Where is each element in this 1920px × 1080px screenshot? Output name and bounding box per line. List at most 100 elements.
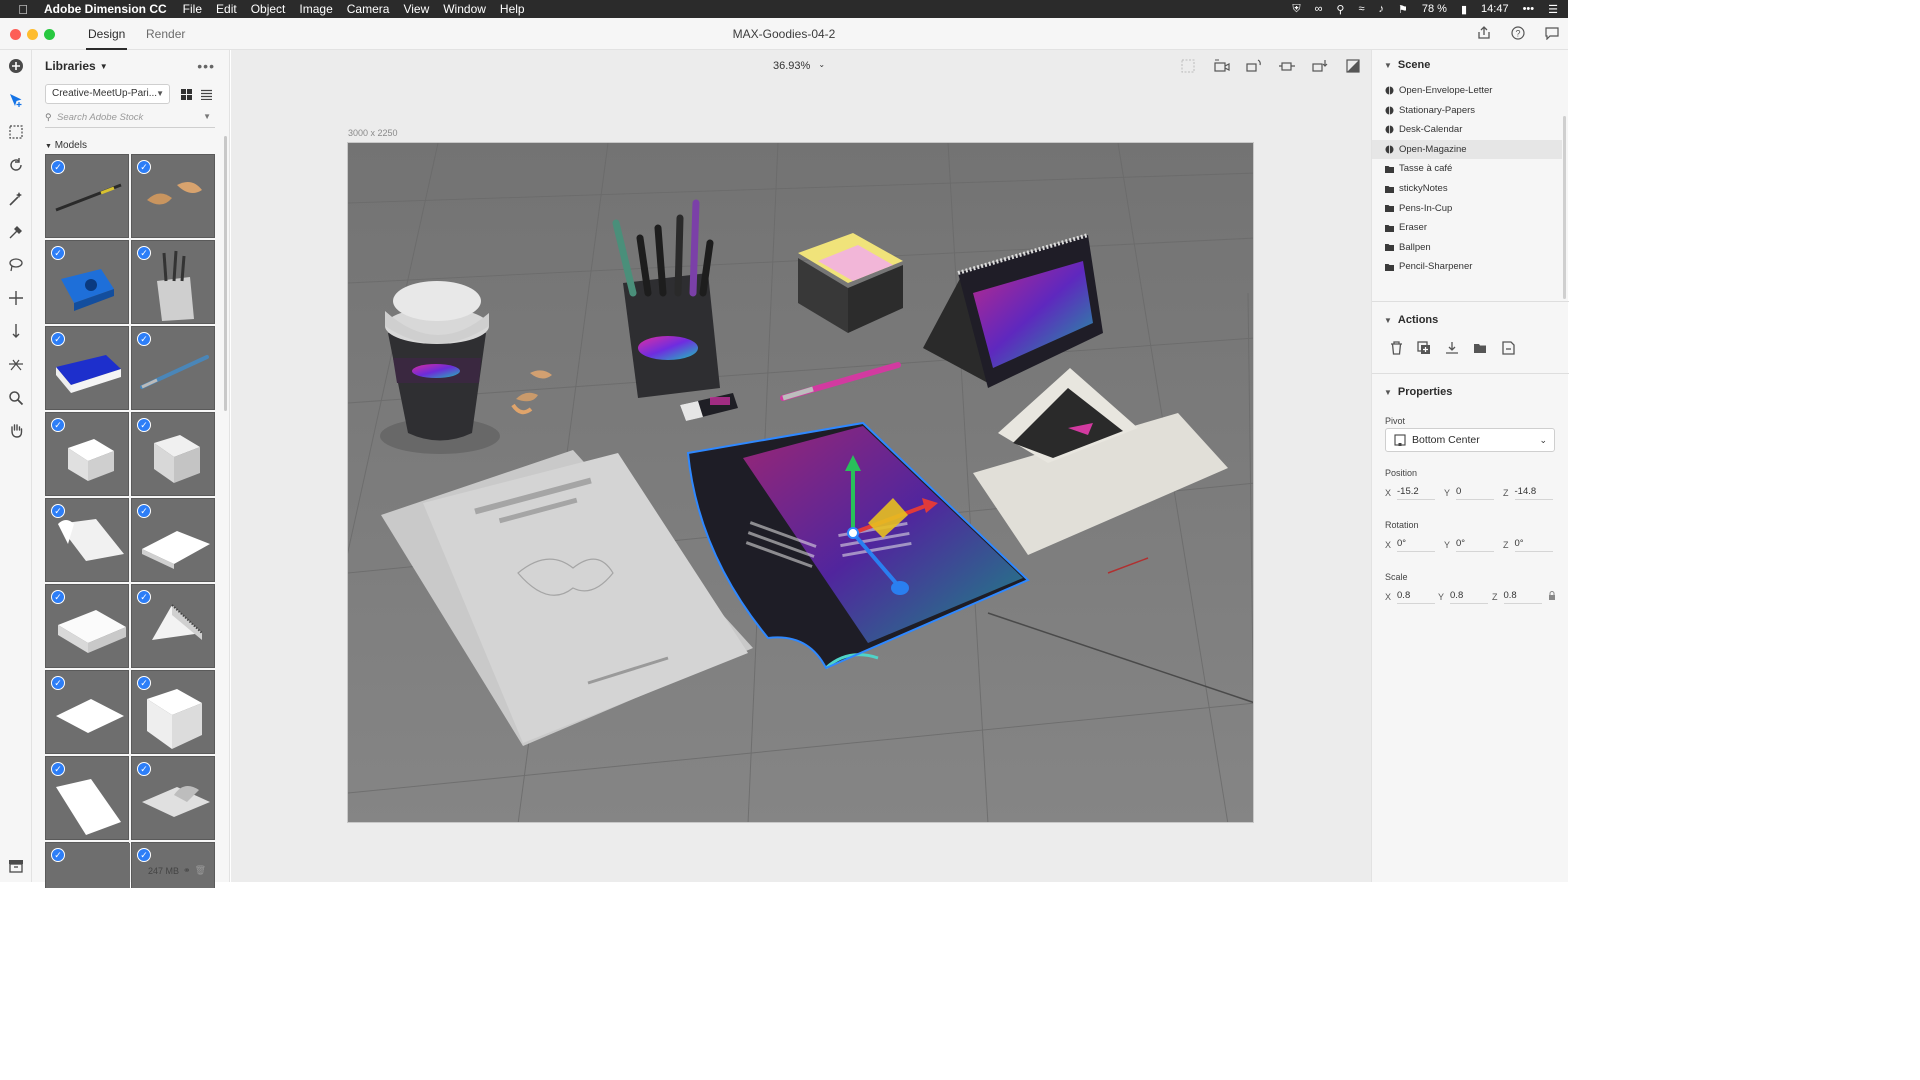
scene-item[interactable]: Pens-In-Cup: [1372, 199, 1562, 218]
battery-icon[interactable]: ▮: [1461, 3, 1467, 16]
scene-item[interactable]: Desk-Calendar: [1372, 120, 1562, 139]
trash-icon[interactable]: [1388, 340, 1404, 356]
position-y-value[interactable]: 0: [1456, 486, 1495, 500]
scale-z-value[interactable]: 0.8: [1503, 590, 1542, 604]
libraries-scrollbar[interactable]: [224, 136, 227, 411]
export-icon[interactable]: [1500, 340, 1516, 356]
menu-image[interactable]: Image: [299, 2, 332, 16]
rotation-x-field[interactable]: X 0°: [1385, 538, 1436, 552]
archive-icon[interactable]: [6, 856, 26, 876]
creative-cloud-icon[interactable]: ∞: [1315, 3, 1323, 15]
horizon-icon[interactable]: [6, 354, 26, 374]
orbit-icon[interactable]: [6, 155, 26, 175]
scene-item[interactable]: Stationary-Papers: [1372, 101, 1562, 120]
maximize-window-button[interactable]: [44, 29, 55, 40]
camera-orbit-icon[interactable]: [1246, 58, 1262, 74]
actions-section-header[interactable]: ▼ Actions: [1384, 314, 1438, 326]
duplicate-icon[interactable]: [1416, 340, 1432, 356]
model-thumbnail[interactable]: ✓: [45, 240, 129, 324]
model-thumbnail[interactable]: ✓: [45, 584, 129, 668]
model-thumbnail[interactable]: ✓: [45, 670, 129, 754]
shield-icon[interactable]: ⛨: [1292, 3, 1300, 16]
apple-icon[interactable]: : [14, 0, 32, 18]
move-icon[interactable]: [6, 288, 26, 308]
scale-x-value[interactable]: 0.8: [1397, 590, 1436, 604]
model-thumbnail[interactable]: ✓: [131, 326, 215, 410]
position-y-field[interactable]: Y0: [1444, 486, 1495, 500]
flag-icon[interactable]: ⚑: [1398, 3, 1408, 16]
place-on-ground-icon[interactable]: [1444, 340, 1460, 356]
battery-percent[interactable]: 78 %: [1422, 3, 1447, 15]
grid-view-icon[interactable]: [178, 86, 194, 102]
rotation-x-value[interactable]: 0°: [1397, 538, 1436, 552]
scene-item[interactable]: Open-Envelope-Letter: [1372, 81, 1562, 100]
dolly-icon[interactable]: [6, 321, 26, 341]
chevron-down-icon[interactable]: ▼: [203, 112, 211, 121]
menu-edit[interactable]: Edit: [216, 2, 237, 16]
more-options-icon[interactable]: •••: [197, 58, 215, 74]
lock-icon[interactable]: [1548, 591, 1556, 603]
models-section-toggle[interactable]: ▼ Models: [45, 140, 87, 151]
clock[interactable]: 14:47: [1481, 3, 1509, 15]
rotation-z-field[interactable]: Z 0°: [1503, 538, 1553, 552]
model-thumbnail[interactable]: ✓: [131, 498, 215, 582]
model-thumbnail[interactable]: ✓: [45, 842, 130, 888]
wifi-icon[interactable]: ≈: [1358, 3, 1364, 15]
spotlight-icon[interactable]: ⚲: [1336, 3, 1344, 16]
rotation-z-value[interactable]: 0°: [1514, 538, 1553, 552]
position-z-field[interactable]: Z -14.8: [1503, 486, 1553, 500]
marquee-icon[interactable]: [6, 122, 26, 142]
scale-y-field[interactable]: Y 0.8: [1438, 590, 1489, 604]
model-thumbnail[interactable]: ✓: [131, 412, 215, 496]
model-thumbnail[interactable]: ✓: [131, 670, 215, 754]
camera-dolly-icon[interactable]: [1312, 58, 1328, 74]
scene-item[interactable]: Tasse à café: [1372, 159, 1562, 178]
scene-item[interactable]: Ballpen: [1372, 238, 1562, 257]
position-x-field[interactable]: X -15.2: [1385, 486, 1436, 500]
model-thumbnail[interactable]: ✓: [131, 154, 215, 238]
sample-icon[interactable]: [6, 222, 26, 242]
model-thumbnail[interactable]: ✓: [131, 240, 215, 324]
model-thumbnail[interactable]: ✓: [45, 756, 129, 840]
menu-file[interactable]: File: [183, 2, 202, 16]
scene-scrollbar[interactable]: [1563, 116, 1566, 299]
more-icon[interactable]: •••: [1523, 3, 1535, 15]
pivot-select[interactable]: Bottom Center ⌄: [1385, 428, 1555, 452]
lasso-icon[interactable]: [6, 255, 26, 275]
menu-object[interactable]: Object: [251, 2, 286, 16]
rotation-y-field[interactable]: Y 0°: [1444, 538, 1495, 552]
model-thumbnail[interactable]: ✓: [45, 326, 129, 410]
scene-item[interactable]: Pencil-Sharpener: [1372, 257, 1562, 276]
camera-frame-icon[interactable]: [1214, 58, 1230, 74]
scale-z-field[interactable]: Z 0.8: [1492, 590, 1542, 604]
help-icon[interactable]: ?: [1510, 25, 1526, 41]
scale-y-value[interactable]: 0.8: [1450, 590, 1489, 604]
model-thumbnail[interactable]: ✓: [45, 498, 129, 582]
close-window-button[interactable]: [10, 29, 21, 40]
scene-item[interactable]: Open-Magazine: [1372, 139, 1562, 159]
stock-search-input[interactable]: ⚲ Search Adobe Stock ▼: [45, 108, 215, 128]
group-icon[interactable]: [1472, 340, 1488, 356]
trash-icon[interactable]: 🗑: [195, 865, 206, 876]
model-thumbnail[interactable]: ✓: [45, 154, 129, 238]
menu-help[interactable]: Help: [500, 2, 525, 16]
zoom-control[interactable]: 36.93% ⌄: [773, 60, 825, 72]
position-x-value[interactable]: -15.2: [1397, 486, 1436, 500]
hand-icon[interactable]: [6, 420, 26, 440]
add-icon[interactable]: [6, 56, 26, 76]
tab-render[interactable]: Render: [146, 27, 185, 41]
model-thumbnail[interactable]: ✓: [131, 756, 215, 840]
rotation-y-value[interactable]: 0°: [1456, 538, 1495, 552]
camera-pan-icon[interactable]: [1279, 58, 1295, 74]
model-thumbnail[interactable]: ✓: [45, 412, 129, 496]
list-view-icon[interactable]: [198, 86, 214, 102]
share-icon[interactable]: [1476, 25, 1492, 41]
render-preview-icon[interactable]: [1345, 58, 1361, 74]
volume-icon[interactable]: ♪: [1379, 3, 1385, 15]
scene-section-header[interactable]: ▼ Scene: [1384, 59, 1430, 71]
minimize-window-button[interactable]: [27, 29, 38, 40]
menu-view[interactable]: View: [403, 2, 429, 16]
properties-section-header[interactable]: ▼ Properties: [1384, 386, 1452, 398]
menu-list-icon[interactable]: ☰: [1548, 3, 1558, 16]
menu-window[interactable]: Window: [443, 2, 486, 16]
